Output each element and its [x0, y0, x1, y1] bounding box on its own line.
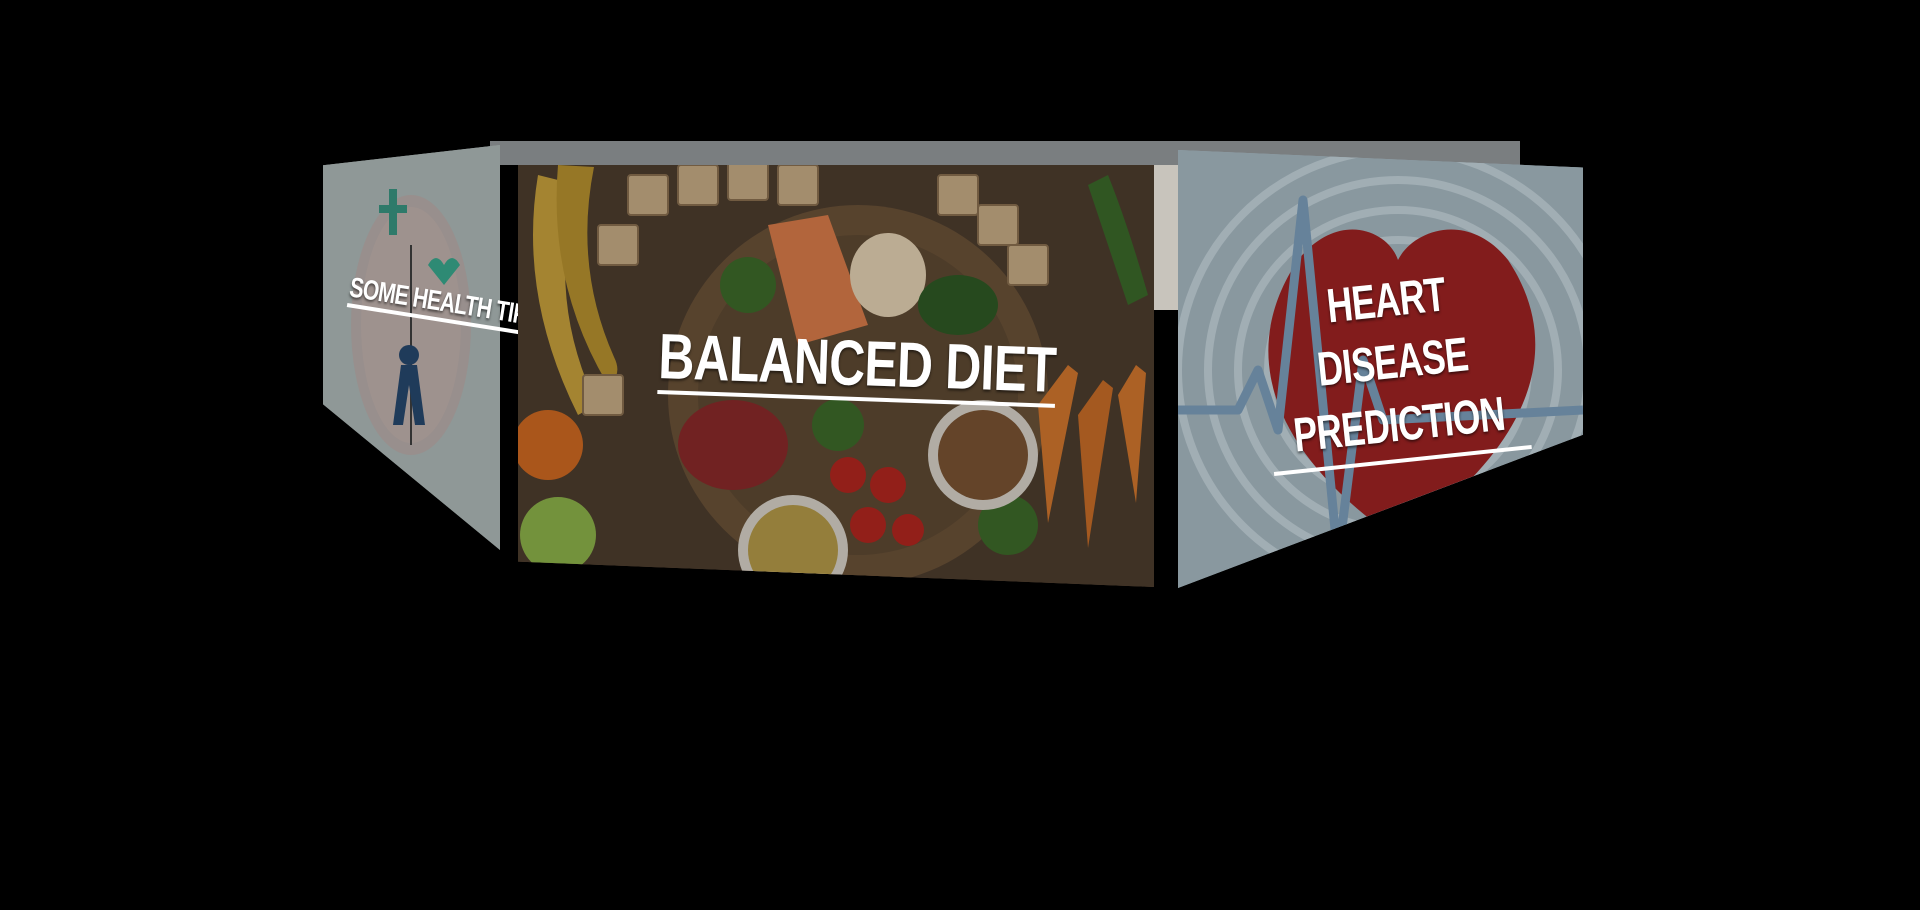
carousel-back-panel[interactable] [1150, 165, 1180, 310]
balanced-diet-caption: BALANCED DIET [657, 320, 1058, 408]
carousel-card-health-tips[interactable] [323, 145, 500, 550]
carousel-stage: SOME HEALTH TIPS BALANCED DIET HEART DIS… [0, 0, 1920, 910]
health-tips-illustration [323, 145, 500, 550]
heart-disease-caption: HEART DISEASE PREDICTION [1254, 256, 1532, 477]
